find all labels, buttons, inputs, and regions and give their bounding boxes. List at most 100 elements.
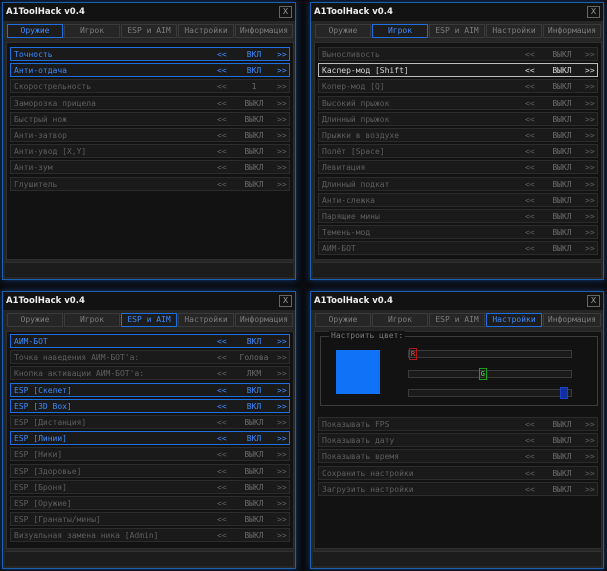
title-bar[interactable]: A1ToolHack v0.4 X (3, 292, 295, 310)
increase-arrow[interactable]: >> (585, 228, 595, 237)
option-row[interactable]: ESP [Ники] << ВЫКЛ >> (10, 447, 290, 462)
decrease-arrow[interactable]: << (525, 163, 535, 172)
close-button[interactable]: X (279, 6, 292, 18)
increase-arrow[interactable]: >> (277, 369, 287, 378)
increase-arrow[interactable]: >> (277, 147, 287, 156)
option-row[interactable]: ESP [Здоровье] << ВЫКЛ >> (10, 463, 290, 478)
decrease-arrow[interactable]: << (217, 82, 227, 91)
tab-info[interactable]: Информация (543, 24, 601, 38)
decrease-arrow[interactable]: << (217, 131, 227, 140)
option-row[interactable]: ESP [3D Box] << ВКЛ >> (10, 398, 290, 413)
option-row[interactable]: Анти-затвор << ВЫКЛ >> (10, 128, 290, 142)
option-row[interactable]: Длинный подкат << ВЫКЛ >> (318, 176, 598, 191)
option-row[interactable]: Быстрый нож << ВЫКЛ >> (10, 111, 290, 126)
increase-arrow[interactable]: >> (585, 115, 595, 124)
increase-arrow[interactable]: >> (277, 531, 287, 540)
decrease-arrow[interactable]: << (525, 99, 535, 108)
option-row[interactable]: Парящие мины << ВЫКЛ >> (318, 209, 598, 223)
option-row[interactable]: Точность << ВКЛ >> (10, 47, 290, 61)
option-row[interactable]: ESP [Гранаты/мины] << ВЫКЛ >> (10, 512, 290, 527)
increase-arrow[interactable]: >> (277, 180, 287, 189)
increase-arrow[interactable]: >> (277, 418, 287, 427)
increase-arrow[interactable]: >> (585, 212, 595, 221)
blue-slider[interactable] (408, 387, 572, 399)
tab-info[interactable]: Информация (235, 24, 293, 38)
close-button[interactable]: X (587, 295, 600, 307)
increase-arrow[interactable]: >> (585, 99, 595, 108)
increase-arrow[interactable]: >> (277, 434, 287, 443)
increase-arrow[interactable]: >> (585, 131, 595, 140)
tab-settings[interactable]: Настройки (178, 24, 234, 38)
option-row[interactable]: ESP [Оружие] << ВЫКЛ >> (10, 496, 290, 510)
increase-arrow[interactable]: >> (585, 244, 595, 253)
tab-player[interactable]: Игрок (64, 24, 120, 38)
increase-arrow[interactable]: >> (585, 82, 595, 91)
option-row[interactable]: Каспер-мод [Shift] << ВЫКЛ >> (318, 63, 598, 78)
option-row[interactable]: ESP [Дистанция] << ВЫКЛ >> (10, 415, 290, 429)
option-row[interactable]: Глушитель << ВЫКЛ >> (10, 176, 290, 191)
increase-arrow[interactable]: >> (277, 115, 287, 124)
option-row[interactable]: Кнопка активации АИМ-БОТ'а: << ЛКМ >> (10, 366, 290, 381)
tab-esp-aim[interactable]: ESP и AIM (121, 24, 177, 38)
decrease-arrow[interactable]: << (217, 369, 227, 378)
increase-arrow[interactable]: >> (585, 420, 595, 429)
decrease-arrow[interactable]: << (217, 50, 227, 59)
decrease-arrow[interactable]: << (525, 228, 535, 237)
decrease-arrow[interactable]: << (525, 131, 535, 140)
decrease-arrow[interactable]: << (217, 499, 227, 508)
decrease-arrow[interactable]: << (217, 115, 227, 124)
increase-arrow[interactable]: >> (585, 147, 595, 156)
option-row[interactable]: Темень-мод << ВЫКЛ >> (318, 225, 598, 240)
close-button[interactable]: X (279, 295, 292, 307)
tab-esp-aim[interactable]: ESP и AIM (429, 24, 485, 38)
increase-arrow[interactable]: >> (277, 50, 287, 59)
increase-arrow[interactable]: >> (585, 452, 595, 461)
option-row[interactable]: Выносливость << ВЫКЛ >> (318, 47, 598, 61)
option-row[interactable]: Анти-отдача << ВКЛ >> (10, 63, 290, 78)
increase-arrow[interactable]: >> (585, 180, 595, 189)
option-row[interactable]: Анти-увод [X,Y] << ВЫКЛ >> (10, 144, 290, 159)
increase-arrow[interactable]: >> (277, 163, 287, 172)
option-row[interactable]: ESP [Линии] << ВКЛ >> (10, 431, 290, 446)
increase-arrow[interactable]: >> (277, 450, 287, 459)
decrease-arrow[interactable]: << (217, 163, 227, 172)
tab-settings[interactable]: Настройки (178, 313, 234, 327)
tab-weapons[interactable]: Оружие (315, 313, 371, 327)
option-row[interactable]: Длинный прыжок << ВЫКЛ >> (318, 111, 598, 126)
tab-esp-aim[interactable]: ESP и AIM (429, 313, 485, 327)
decrease-arrow[interactable]: << (217, 66, 227, 75)
decrease-arrow[interactable]: << (217, 386, 227, 395)
increase-arrow[interactable]: >> (585, 469, 595, 478)
option-row[interactable]: Левитация << ВЫКЛ >> (318, 160, 598, 175)
decrease-arrow[interactable]: << (217, 180, 227, 189)
option-row[interactable]: ESP [Броня] << ВЫКЛ >> (10, 479, 290, 494)
decrease-arrow[interactable]: << (217, 515, 227, 524)
title-bar[interactable]: A1ToolHack v0.4 X (3, 3, 295, 21)
increase-arrow[interactable]: >> (277, 337, 287, 346)
decrease-arrow[interactable]: << (217, 353, 227, 362)
red-slider[interactable]: R (408, 348, 572, 360)
tab-settings[interactable]: Настройки (486, 313, 542, 327)
green-slider[interactable]: G (408, 368, 572, 380)
decrease-arrow[interactable]: << (217, 147, 227, 156)
option-row[interactable]: Прыжки в воздухе << ВЫКЛ >> (318, 128, 598, 142)
decrease-arrow[interactable]: << (525, 50, 535, 59)
option-row[interactable]: АИМ-БОТ << ВЫКЛ >> (318, 241, 598, 256)
decrease-arrow[interactable]: << (525, 436, 535, 445)
title-bar[interactable]: A1ToolHack v0.4 X (311, 292, 603, 310)
option-row[interactable]: Полёт [Space] << ВЫКЛ >> (318, 144, 598, 159)
increase-arrow[interactable]: >> (585, 66, 595, 75)
increase-arrow[interactable]: >> (277, 99, 287, 108)
increase-arrow[interactable]: >> (585, 436, 595, 445)
decrease-arrow[interactable]: << (217, 450, 227, 459)
option-row[interactable]: Показывать время << ВЫКЛ >> (318, 449, 598, 464)
decrease-arrow[interactable]: << (525, 452, 535, 461)
blue-slider-knob[interactable] (560, 387, 569, 399)
increase-arrow[interactable]: >> (585, 163, 595, 172)
tab-settings[interactable]: Настройки (486, 24, 542, 38)
option-row[interactable]: Копер-мод [Q] << ВЫКЛ >> (318, 79, 598, 94)
option-row[interactable]: Анти-слежка << ВЫКЛ >> (318, 192, 598, 207)
option-row[interactable]: Сохранить настройки << ВЫКЛ >> (318, 465, 598, 480)
red-slider-knob[interactable]: R (409, 348, 417, 360)
option-row[interactable]: Заморозка прицела << ВЫКЛ >> (10, 95, 290, 110)
